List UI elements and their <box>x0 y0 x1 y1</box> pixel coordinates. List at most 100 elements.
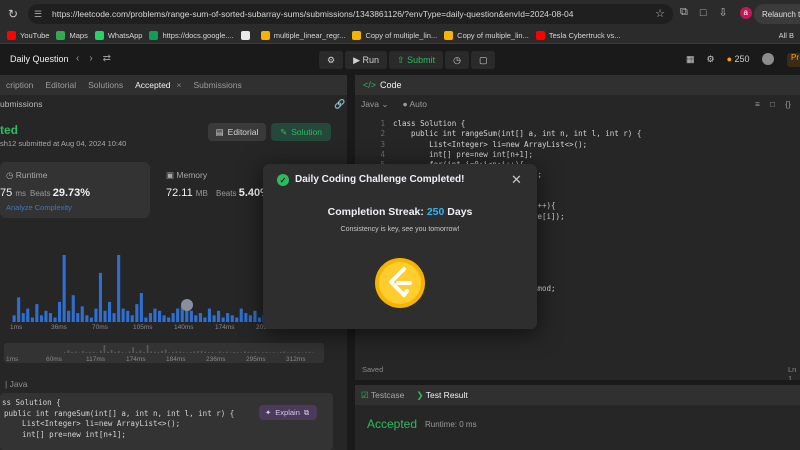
chart-bar[interactable] <box>35 304 39 322</box>
chart-bar[interactable] <box>103 310 107 322</box>
tab-test-result[interactable]: ❯ Test Result <box>416 390 467 401</box>
chart-bar[interactable] <box>153 308 157 322</box>
explain-button[interactable]: ✦ Explain ⧉ <box>259 405 317 420</box>
layout-icon[interactable]: ▦ <box>686 54 695 65</box>
timer-icon[interactable]: ◷ <box>445 51 469 69</box>
chart-bar[interactable] <box>21 313 25 322</box>
chart-bar[interactable] <box>58 301 62 322</box>
bookmark-item[interactable]: Maps <box>56 31 88 40</box>
reload-icon[interactable]: ↻ <box>4 5 22 23</box>
tab-submissions[interactable]: Submissions <box>188 80 248 90</box>
your-submission-marker[interactable] <box>181 299 193 311</box>
bookmark-item[interactable] <box>240 31 254 40</box>
share-link-icon[interactable]: 🔗 <box>334 99 345 110</box>
chart-bar[interactable] <box>144 317 148 323</box>
relaunch-button[interactable]: Relaunch to <box>754 4 800 24</box>
editorial-button[interactable]: ▤ Editorial <box>208 123 266 141</box>
chart-bar[interactable] <box>76 313 80 322</box>
coins-counter[interactable]: ● 250 <box>727 54 750 64</box>
premium-button[interactable]: Pr <box>787 53 800 67</box>
bookmark-item[interactable]: YouTube <box>7 31 49 40</box>
chart-bar[interactable] <box>130 315 134 322</box>
chart-bar[interactable] <box>257 317 261 323</box>
chart-bar[interactable] <box>217 310 221 322</box>
chart-bar[interactable] <box>26 308 30 322</box>
chart-bar[interactable] <box>203 317 207 323</box>
chart-bar[interactable] <box>126 310 130 322</box>
chart-bar[interactable] <box>235 317 239 323</box>
chart-bar[interactable] <box>117 255 121 322</box>
notes-icon[interactable]: ▢ <box>470 51 496 69</box>
copy-icon[interactable]: ⧉ <box>304 408 309 418</box>
bookmark-item[interactable]: Tesla Cybertruck vs... <box>535 31 621 40</box>
extensions-icon[interactable]: ⧉ <box>680 6 688 19</box>
bookmark-item[interactable]: https://docs.google.... <box>149 31 234 40</box>
settings-icon[interactable]: ⚙ <box>707 54 715 65</box>
chart-bar[interactable] <box>244 313 248 322</box>
chart-bar[interactable] <box>44 310 48 322</box>
chart-bar[interactable] <box>71 295 75 322</box>
chart-bar[interactable] <box>67 310 71 322</box>
all-bookmarks-button[interactable]: All B <box>779 31 794 40</box>
chart-bar[interactable] <box>39 315 43 322</box>
chart-bar[interactable] <box>80 306 84 322</box>
site-info-icon[interactable]: ☰ <box>34 9 46 20</box>
chart-bar[interactable] <box>221 317 225 323</box>
split-view-icon[interactable]: □ <box>700 7 707 19</box>
chart-bar[interactable] <box>239 308 243 322</box>
solution-button[interactable]: ✎ Solution <box>271 123 331 141</box>
chart-bar[interactable] <box>139 293 143 322</box>
bookmark-icon[interactable]: □ <box>770 99 775 109</box>
profile-avatar[interactable]: a <box>739 6 752 19</box>
chart-bar[interactable] <box>48 313 52 322</box>
bookmark-item[interactable]: Copy of multiple_lin... <box>444 31 529 40</box>
chart-bar[interactable] <box>198 313 202 322</box>
memory-card[interactable]: ▣ Memory 72.11 MB Beats 5.40% <box>160 162 270 218</box>
tab-cription[interactable]: cription <box>0 80 39 90</box>
chart-bar[interactable] <box>30 317 34 323</box>
chart-bar[interactable] <box>171 313 175 322</box>
close-icon[interactable]: ✕ <box>511 172 522 188</box>
user-avatar[interactable] <box>761 53 774 65</box>
chart-bar[interactable] <box>158 310 162 322</box>
chart-bar[interactable] <box>253 310 257 322</box>
close-tab-icon[interactable]: × <box>177 80 182 90</box>
analyze-complexity-link[interactable]: Analyze Complexity <box>6 203 72 212</box>
bookmark-item[interactable]: multiple_linear_regr... <box>260 31 345 40</box>
address-bar[interactable]: ☰ https://leetcode.com/problems/range-su… <box>28 4 673 24</box>
auto-mode-toggle[interactable]: ● Auto <box>402 99 427 110</box>
chart-bar[interactable] <box>62 255 66 322</box>
submit-button[interactable]: ⇧ Submit <box>389 51 444 69</box>
chart-bar[interactable] <box>189 310 193 322</box>
tab-testcase[interactable]: ☑ Testcase <box>361 390 404 401</box>
chart-bar[interactable] <box>212 315 216 322</box>
chart-bar[interactable] <box>230 315 234 322</box>
chart-bar[interactable] <box>194 315 198 322</box>
chart-bar[interactable] <box>162 315 166 322</box>
chart-bar[interactable] <box>94 308 98 322</box>
format-icon[interactable]: ≡ <box>755 99 760 109</box>
debug-button[interactable]: ⚙ <box>319 51 344 69</box>
chart-bar[interactable] <box>89 317 93 323</box>
daily-question-link[interactable]: Daily Question <box>10 54 69 64</box>
download-icon[interactable]: ⇩ <box>719 6 728 19</box>
tab-accepted[interactable]: Accepted × <box>129 80 187 90</box>
chart-bar[interactable] <box>226 313 230 322</box>
chart-bar[interactable] <box>17 297 21 322</box>
chart-bar[interactable] <box>176 308 180 322</box>
code-tab[interactable]: </> Code <box>355 75 800 95</box>
chart-bar[interactable] <box>108 301 112 322</box>
run-button[interactable]: ▶ Run <box>345 51 388 69</box>
chart-bar[interactable] <box>112 313 116 322</box>
chart-bar[interactable] <box>248 315 252 322</box>
brackets-icon[interactable]: {} <box>785 99 791 109</box>
language-select[interactable]: Java ⌄ <box>361 99 388 110</box>
chart-bar[interactable] <box>121 308 125 322</box>
chart-bar[interactable] <box>167 317 171 323</box>
bookmark-item[interactable]: Copy of multiple_lin... <box>352 31 437 40</box>
chart-bar[interactable] <box>12 315 16 322</box>
chart-bar[interactable] <box>207 308 211 322</box>
chart-bar[interactable] <box>85 315 89 322</box>
bookmark-star-icon[interactable]: ☆ <box>655 7 665 20</box>
chart-bar[interactable] <box>148 313 152 322</box>
